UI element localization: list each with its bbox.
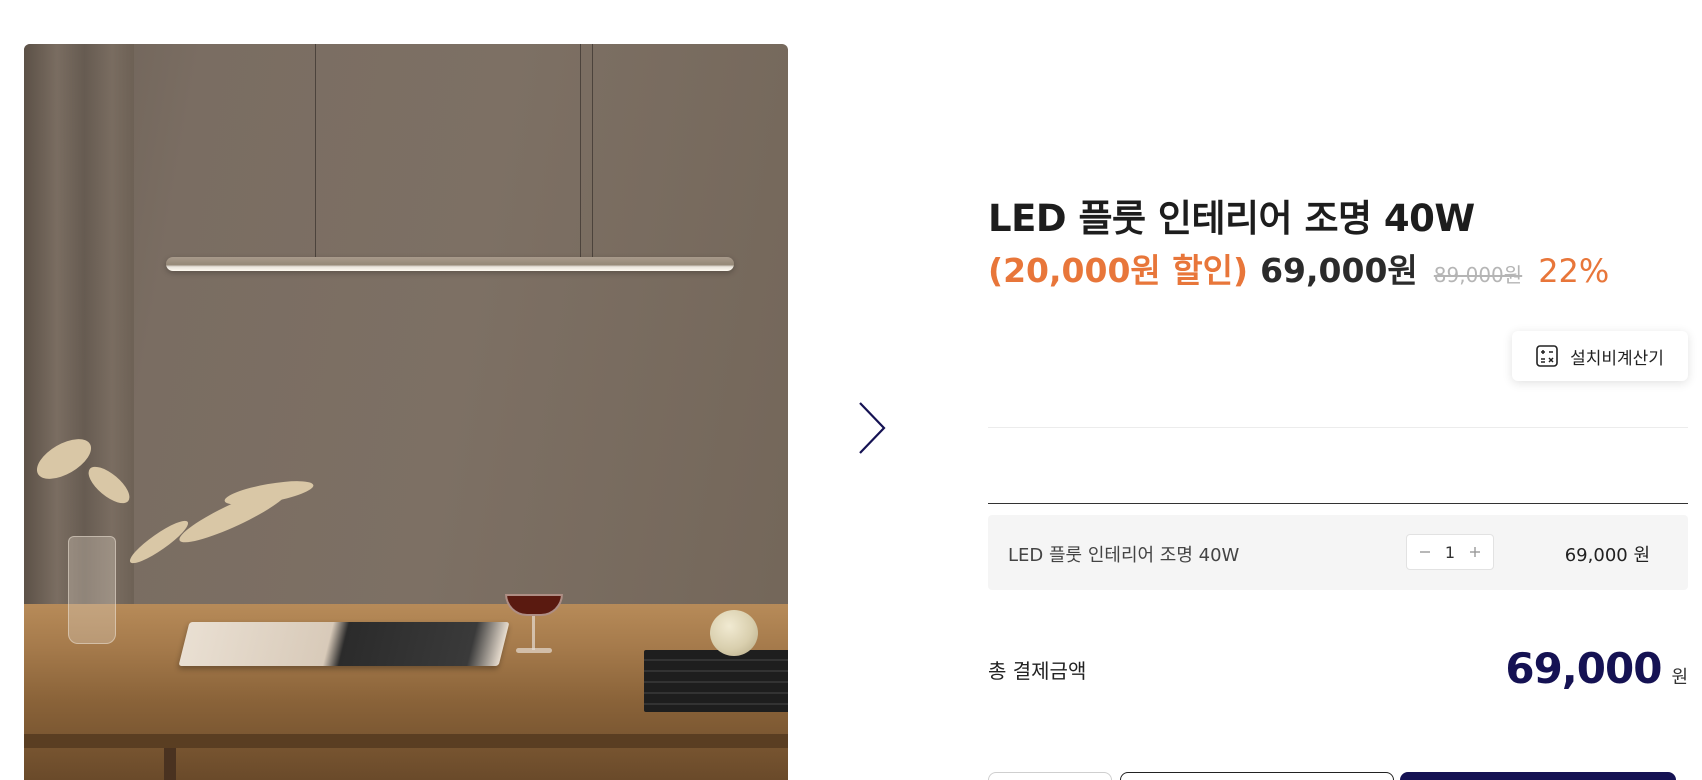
discount-rate: 22% [1538,252,1610,290]
decrease-quantity-button[interactable] [1417,544,1433,560]
option-price: 69,000 원 [1564,545,1650,566]
original-price: 89,000원 [1433,263,1523,287]
divider [988,427,1688,428]
chevron-right-icon [859,402,886,454]
price-row: (20,000원 할인) 69,000원 89,000원 22% [988,244,1609,292]
book-stack [644,650,788,712]
total-payment-unit: 원 [1671,667,1688,688]
selected-option-name: LED 플룻 인테리어 조명 40W [1008,545,1240,566]
glass-vase [68,536,116,644]
buy-now-button[interactable] [1400,772,1676,780]
table-edge [24,734,788,748]
product-title: LED 플룻 인테리어 조명 40W [988,197,1475,240]
plus-icon [1470,547,1480,557]
wine-glass-stem [532,616,535,650]
total-payment-label: 총 결제금액 [988,659,1087,683]
product-image [24,44,788,780]
divider [988,503,1688,504]
product-info-panel: LED 플룻 인테리어 조명 40W (20,000원 할인) 69,000원 … [988,0,1688,780]
total-payment-value: 69,000 [1505,644,1662,693]
quantity-value[interactable]: 1 [1445,543,1455,562]
lamp-wire [315,44,316,259]
lamp-wire [580,44,581,259]
discount-amount: (20,000원 할인) [988,251,1249,290]
install-cost-calculator-label: 설치비계산기 [1570,348,1664,369]
calculator-icon [1536,345,1558,367]
lamp-wire [592,44,593,259]
increase-quantity-button[interactable] [1467,544,1483,560]
pendant-lamp [166,257,734,271]
sale-price: 69,000원 [1260,251,1418,290]
selected-option-row: LED 플룻 인테리어 조명 40W 1 69,000 원 [988,515,1688,590]
quantity-stepper: 1 [1406,534,1494,570]
table-leg [164,748,176,780]
install-cost-calculator-button[interactable]: 설치비계산기 [1512,331,1688,381]
wishlist-button[interactable] [988,772,1112,780]
total-payment-amount: 69,000 원 [1505,644,1688,693]
minus-icon [1420,551,1430,553]
add-to-cart-button[interactable] [1120,772,1394,780]
open-book [178,622,510,666]
carousel-next-button[interactable] [852,400,892,456]
wine-glass-foot [516,648,552,653]
ceramic-apple [710,610,758,656]
